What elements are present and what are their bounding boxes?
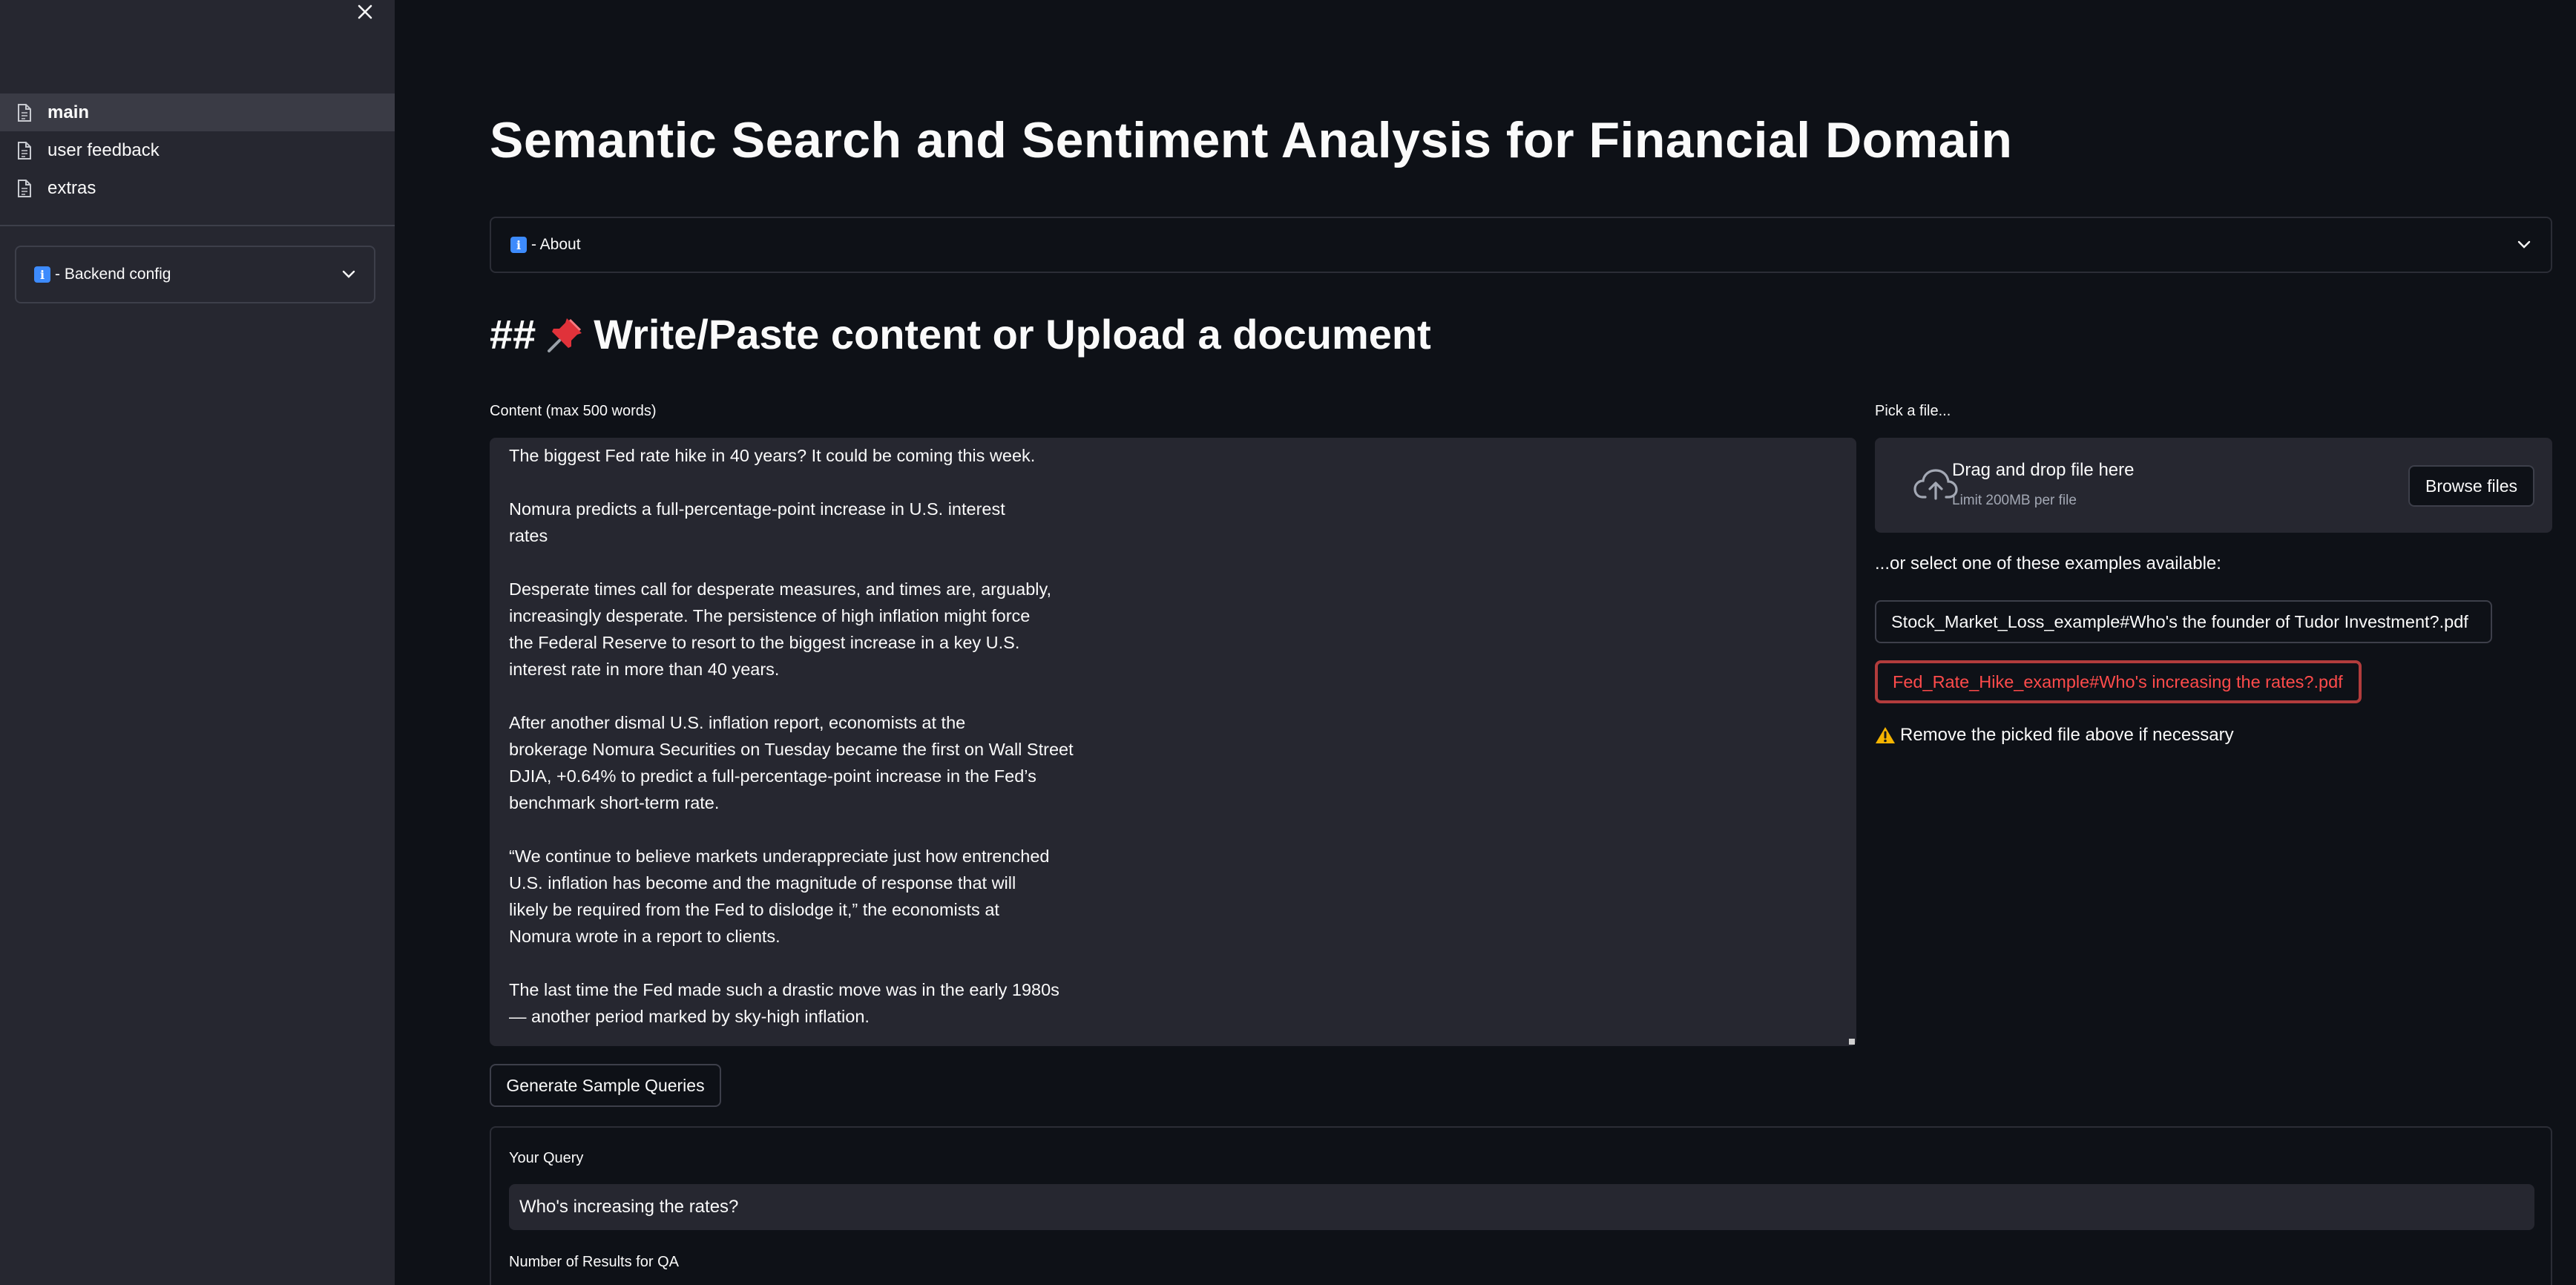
chevron-down-icon xyxy=(2517,240,2531,249)
content-textarea[interactable]: The biggest Fed rate hike in 40 years? I… xyxy=(490,438,1856,1046)
browse-files-button[interactable]: Browse files xyxy=(2408,465,2534,507)
query-label: Your Query xyxy=(509,1150,584,1166)
sidebar-item-label: main xyxy=(47,102,90,122)
app-window: main user feedback extras i - Backend co… xyxy=(0,0,2576,1285)
chevron-down-icon xyxy=(342,270,355,278)
dropzone-limit: Limit 200MB per file xyxy=(1952,493,2077,508)
sidebar-item-label: extras xyxy=(47,177,96,198)
document-icon xyxy=(16,179,33,198)
query-input[interactable]: Who's increasing the rates? xyxy=(509,1184,2534,1230)
heading-prefix: ## xyxy=(490,311,536,358)
section-heading: ## Write/Paste content or Upload a docum… xyxy=(490,310,1431,358)
pushpin-icon xyxy=(545,314,586,355)
examples-label: ...or select one of these examples avail… xyxy=(1875,553,2221,574)
close-icon xyxy=(358,4,372,19)
example-button-stock-market[interactable]: Stock_Market_Loss_example#Who's the foun… xyxy=(1875,600,2492,643)
pick-file-label: Pick a file... xyxy=(1875,403,1951,419)
cloud-upload-icon xyxy=(1913,467,1958,504)
sidebar-item-main[interactable]: main xyxy=(0,93,395,131)
info-icon: i xyxy=(34,266,50,283)
heading-text: Write/Paste content or Upload a document xyxy=(594,311,1431,358)
page-title: Semantic Search and Sentiment Analysis f… xyxy=(490,112,2013,168)
about-expander[interactable]: i - About xyxy=(490,217,2552,273)
document-icon xyxy=(16,141,33,160)
warning-icon xyxy=(1875,726,1896,745)
generate-sample-queries-button[interactable]: Generate Sample Queries xyxy=(490,1064,721,1107)
info-icon: i xyxy=(510,237,527,253)
close-sidebar-button[interactable] xyxy=(353,0,377,24)
textarea-resize-handle[interactable] xyxy=(1849,1039,1855,1045)
results-count-label: Number of Results for QA xyxy=(509,1254,679,1270)
about-label: - About xyxy=(531,236,581,253)
sidebar-item-extras[interactable]: extras xyxy=(0,169,395,207)
content-label: Content (max 500 words) xyxy=(490,403,657,419)
dropzone-title: Drag and drop file here xyxy=(1952,460,2135,480)
about-header: i - About xyxy=(510,236,2517,254)
backend-config-header: i - Backend config xyxy=(34,266,341,283)
document-icon xyxy=(16,103,33,122)
sidebar-item-user-feedback[interactable]: user feedback xyxy=(0,131,395,169)
sidebar-item-label: user feedback xyxy=(47,139,160,160)
sidebar: main user feedback extras i - Backend co… xyxy=(0,0,395,1285)
backend-config-label: - Backend config xyxy=(55,266,171,283)
backend-config-expander[interactable]: i - Backend config xyxy=(15,246,375,303)
sidebar-nav: main user feedback extras xyxy=(0,93,395,207)
sidebar-divider xyxy=(0,225,395,226)
warning-text: Remove the picked file above if necessar… xyxy=(1900,725,2234,745)
warning-message: Remove the picked file above if necessar… xyxy=(1875,725,2234,746)
example-button-fed-rate-hike[interactable]: Fed_Rate_Hike_example#Who's increasing t… xyxy=(1875,660,2362,703)
